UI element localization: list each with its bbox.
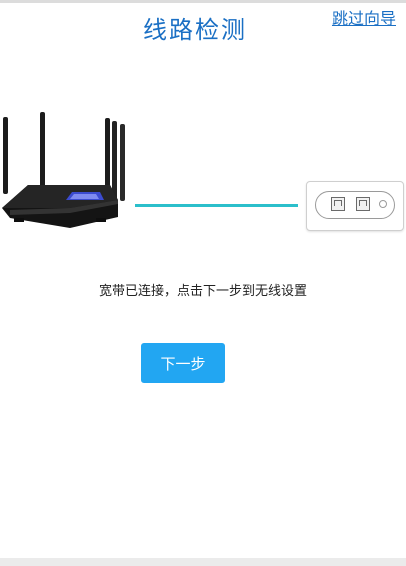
ethernet-ports-icon <box>306 181 404 231</box>
bottom-bar <box>0 558 406 566</box>
connection-line <box>135 204 298 207</box>
next-step-button[interactable]: 下一步 <box>141 343 225 383</box>
connection-status-message: 宽带已连接，点击下一步到无线设置 <box>98 284 307 299</box>
port-panel <box>315 191 395 219</box>
router-icon <box>2 112 125 228</box>
top-divider <box>0 0 406 3</box>
ethernet-port-icon <box>356 197 370 211</box>
setup-wizard-page: 线路检测 跳过向导 宽带已连接，点击下一步到无线设置 下一步 <box>0 0 406 566</box>
skip-wizard-link[interactable]: 跳过向导 <box>332 5 396 29</box>
ethernet-port-icon <box>331 197 345 211</box>
status-led-icon <box>379 200 387 208</box>
